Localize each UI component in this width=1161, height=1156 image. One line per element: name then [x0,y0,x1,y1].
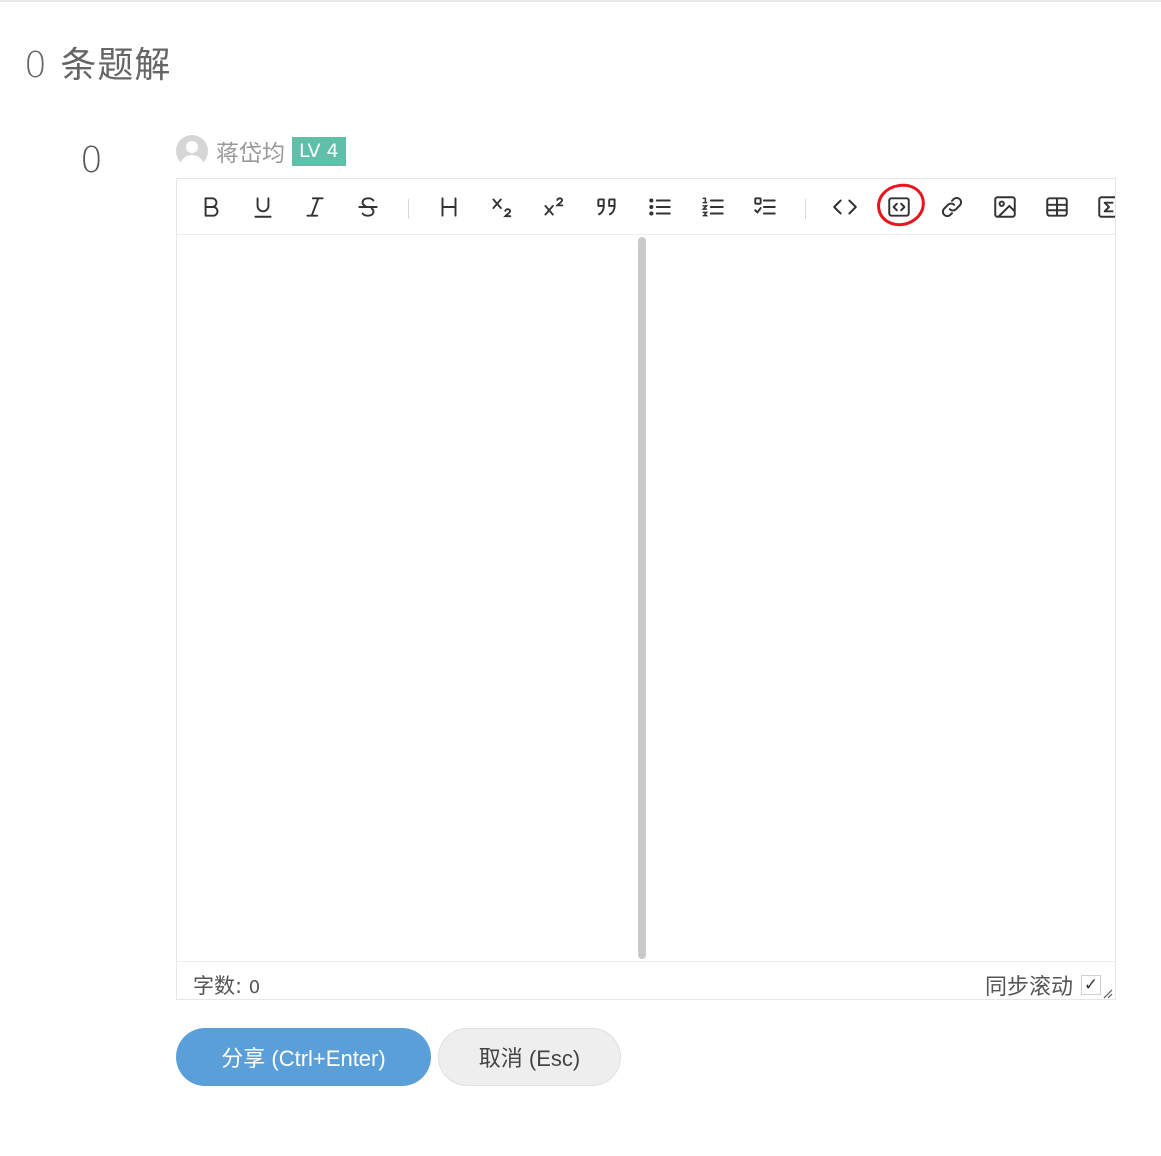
task-list-button[interactable] [749,191,781,223]
author-row: 蒋岱均 LV 4 [176,134,346,168]
sync-scroll-toggle[interactable]: 同步滚动 ✓ [984,969,1101,1000]
toolbar-divider [408,199,409,219]
markdown-input-pane[interactable] [177,235,637,961]
sigma-icon [1098,196,1115,218]
sync-scroll-label: 同步滚动 [984,975,1073,1000]
image-button[interactable] [989,191,1021,223]
toolbar-divider [805,199,806,219]
quote-icon [597,198,616,216]
italic-icon [306,197,324,217]
markdown-editor: 字数: 0 同步滚动 ✓ [176,178,1116,1000]
editor-toolbar [177,179,1115,235]
username[interactable]: 蒋岱均 [216,134,285,168]
table-button[interactable] [1041,191,1073,223]
subscript-icon [492,198,512,218]
code-icon [833,199,857,215]
word-count: 字数: 0 [193,970,261,999]
avatar[interactable] [176,135,208,167]
solutions-count-title: 0 条题解 [24,45,172,86]
vote-count: 0 [80,140,103,181]
link-button[interactable] [936,191,968,223]
underline-icon [254,197,272,218]
formula-button[interactable] [1093,191,1115,223]
preview-pane [647,235,1115,961]
word-count-label: 字数: [193,974,243,998]
word-count-value: 0 [248,977,261,998]
table-icon [1046,197,1068,217]
strikethrough-button[interactable] [352,191,384,223]
share-button[interactable]: 分享 (Ctrl+Enter) [176,1028,431,1086]
bold-button[interactable] [195,191,227,223]
ordered-list-button[interactable] [697,191,729,223]
ordered-list-icon [701,197,724,217]
image-icon [994,196,1016,218]
inline-code-button[interactable] [829,191,861,223]
subscript-button[interactable] [486,191,518,223]
top-divider [0,0,1161,2]
superscript-button[interactable] [538,191,570,223]
link-icon [941,196,963,218]
task-list-icon [754,197,776,215]
cancel-button[interactable]: 取消 (Esc) [438,1028,621,1086]
heading-icon [441,197,457,217]
pane-scrollbar[interactable] [637,235,647,961]
sync-scroll-checkbox[interactable]: ✓ [1081,975,1101,995]
editor-statusbar: 字数: 0 同步滚动 ✓ [177,961,1115,1000]
underline-button[interactable] [247,191,279,223]
level-badge: LV 4 [292,136,346,166]
bold-icon [204,197,219,217]
heading-button[interactable] [433,191,465,223]
strikethrough-icon [358,197,378,217]
unordered-list-button[interactable] [644,191,676,223]
quote-button[interactable] [591,191,623,223]
italic-button[interactable] [299,191,331,223]
resize-grip-icon[interactable] [1101,987,1113,999]
superscript-icon [544,197,564,216]
unordered-list-icon [649,198,671,216]
